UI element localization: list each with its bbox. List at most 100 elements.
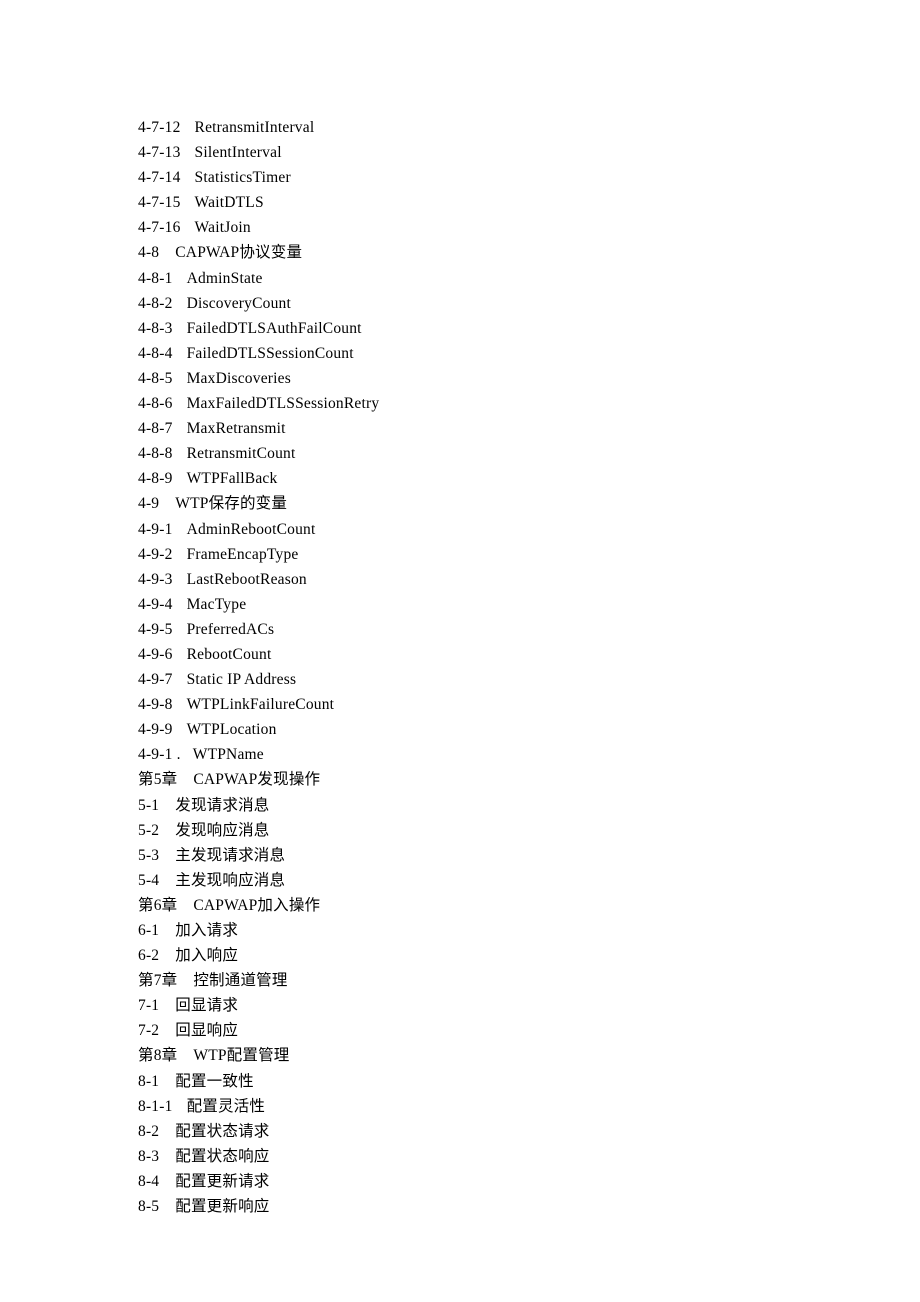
toc-entry: 7-2 回显响应 xyxy=(138,1018,778,1043)
toc-title: 配置状态请求 xyxy=(175,1123,269,1140)
toc-title: FailedDTLSSessionCount xyxy=(187,345,354,362)
toc-entry: 第5章 CAPWAP发现操作 xyxy=(138,767,778,792)
toc-entry: 4-8CAPWAP协议变量 xyxy=(138,240,778,265)
toc-number: 第7章 xyxy=(138,972,177,989)
toc-number: 4-8-3 xyxy=(138,320,173,337)
toc-entry: 4-9-2 FrameEncapType xyxy=(138,542,778,567)
toc-title: WaitDTLS xyxy=(195,194,264,211)
toc-number: 4-9-2 xyxy=(138,546,173,563)
toc-number: 4-9-7 xyxy=(138,671,173,688)
toc-title: RebootCount xyxy=(187,646,272,663)
toc-number: 8-5 xyxy=(138,1198,159,1215)
toc-title: CAPWAP发现操作 xyxy=(193,771,320,788)
toc-number: 第5章 xyxy=(138,771,177,788)
toc-number: 4-9-9 xyxy=(138,721,173,738)
toc-entry: 4-7-12RetransmitInterval xyxy=(138,115,778,140)
toc-title: 发现响应消息 xyxy=(175,822,269,839)
toc-title: PreferredACs xyxy=(187,621,275,638)
toc-entry: 5-2 发现响应消息 xyxy=(138,818,778,843)
toc-number: 4-8 xyxy=(138,244,159,261)
toc-entry: 4-7-15WaitDTLS xyxy=(138,190,778,215)
toc-entry: 4-9-1 . WTPName xyxy=(138,742,778,767)
toc-entry: 4-8-2DiscoveryCount xyxy=(138,291,778,316)
toc-entry: 7-1 回显请求 xyxy=(138,993,778,1018)
toc-title: WTP保存的变量 xyxy=(175,495,287,512)
toc-number: 8-4 xyxy=(138,1173,159,1190)
toc-entry: 4-8-9WTPFallBack xyxy=(138,466,778,491)
toc-title: 加入响应 xyxy=(175,947,238,964)
toc-entry: 5-1 发现请求消息 xyxy=(138,793,778,818)
toc-number: 8-2 xyxy=(138,1123,159,1140)
toc-entry: 5-3主发现请求消息 xyxy=(138,843,778,868)
toc-number: 8-1 xyxy=(138,1073,159,1090)
toc-entry: 第6章 CAPWAP加入操作 xyxy=(138,893,778,918)
toc-entry: 8-1-1配置灵活性 xyxy=(138,1094,778,1119)
toc-number: 7-2 xyxy=(138,1022,159,1039)
toc-entry: 4-9-5PreferredACs xyxy=(138,617,778,642)
toc-entry: 4-8-3FailedDTLSAuthFailCount xyxy=(138,316,778,341)
toc-number: 4-9-4 xyxy=(138,596,173,613)
toc-title: MaxDiscoveries xyxy=(187,370,291,387)
toc-number: 4-8-1 xyxy=(138,270,173,287)
toc-number: 8-1-1 xyxy=(138,1098,173,1115)
toc-title: RetransmitCount xyxy=(187,445,296,462)
toc-number: 4-7-16 xyxy=(138,219,181,236)
toc-title: 主发现请求消息 xyxy=(175,847,285,864)
toc-title: 控制通道管理 xyxy=(193,972,287,989)
toc-number: 4-9-1 . xyxy=(138,746,181,763)
toc-title: MaxFailedDTLSSessionRetry xyxy=(187,395,380,412)
toc-title: 回显请求 xyxy=(175,997,238,1014)
toc-entry: 4-8-6MaxFailedDTLSSessionRetry xyxy=(138,391,778,416)
toc-page: 4-7-12RetransmitInterval4-7-13SilentInte… xyxy=(0,0,778,1219)
toc-entry: 4-9-8WTPLinkFailureCount xyxy=(138,692,778,717)
toc-title: MaxRetransmit xyxy=(187,420,286,437)
toc-title: StatisticsTimer xyxy=(195,169,291,186)
toc-title: RetransmitInterval xyxy=(195,119,315,136)
toc-number: 4-8-9 xyxy=(138,470,173,487)
toc-entry: 4-9-3LastRebootReason xyxy=(138,567,778,592)
toc-number: 第6章 xyxy=(138,897,177,914)
toc-entry: 8-3 配置状态响应 xyxy=(138,1144,778,1169)
toc-title: 配置状态响应 xyxy=(175,1148,269,1165)
toc-title: MacType xyxy=(187,596,247,613)
toc-number: 7-1 xyxy=(138,997,159,1014)
toc-title: AdminState xyxy=(187,270,263,287)
toc-number: 5-4 xyxy=(138,872,159,889)
toc-title: FrameEncapType xyxy=(187,546,299,563)
toc-title: AdminRebootCount xyxy=(187,521,316,538)
toc-entry: 6-1 加入请求 xyxy=(138,918,778,943)
toc-number: 4-8-7 xyxy=(138,420,173,437)
toc-entry: 4-9-9 WTPLocation xyxy=(138,717,778,742)
toc-entry: 4-9WTP保存的变量 xyxy=(138,491,778,516)
toc-title: 配置一致性 xyxy=(175,1073,254,1090)
toc-entry: 8-5配置更新响应 xyxy=(138,1194,778,1219)
toc-title: 发现请求消息 xyxy=(175,797,269,814)
toc-number: 5-2 xyxy=(138,822,159,839)
toc-entry: 4-7-14StatisticsTimer xyxy=(138,165,778,190)
toc-number: 6-1 xyxy=(138,922,159,939)
toc-title: Static IP Address xyxy=(187,671,297,688)
toc-entry: 5-4主发现响应消息 xyxy=(138,868,778,893)
toc-entry: 4-9-7 Static IP Address xyxy=(138,667,778,692)
toc-title: 回显响应 xyxy=(175,1022,238,1039)
toc-title: WTPName xyxy=(193,746,264,763)
toc-number: 8-3 xyxy=(138,1148,159,1165)
toc-number: 4-8-8 xyxy=(138,445,173,462)
toc-number: 5-1 xyxy=(138,797,159,814)
toc-number: 4-9-6 xyxy=(138,646,173,663)
toc-entry: 6-2 加入响应 xyxy=(138,943,778,968)
toc-title: SilentInterval xyxy=(195,144,282,161)
toc-title: DiscoveryCount xyxy=(187,295,291,312)
toc-number: 4-9-8 xyxy=(138,696,173,713)
toc-number: 6-2 xyxy=(138,947,159,964)
toc-entry: 4-8-8 RetransmitCount xyxy=(138,441,778,466)
toc-entry: 4-8-4 FailedDTLSSessionCount xyxy=(138,341,778,366)
toc-number: 4-8-4 xyxy=(138,345,173,362)
toc-entry: 8-2 配置状态请求 xyxy=(138,1119,778,1144)
toc-title: WTPLocation xyxy=(187,721,277,738)
toc-title: CAPWAP加入操作 xyxy=(193,897,320,914)
toc-entry: 第7章控制通道管理 xyxy=(138,968,778,993)
toc-entry: 4-8-5MaxDiscoveries xyxy=(138,366,778,391)
toc-title: 加入请求 xyxy=(175,922,238,939)
toc-entry: 4-9-4 MacType xyxy=(138,592,778,617)
